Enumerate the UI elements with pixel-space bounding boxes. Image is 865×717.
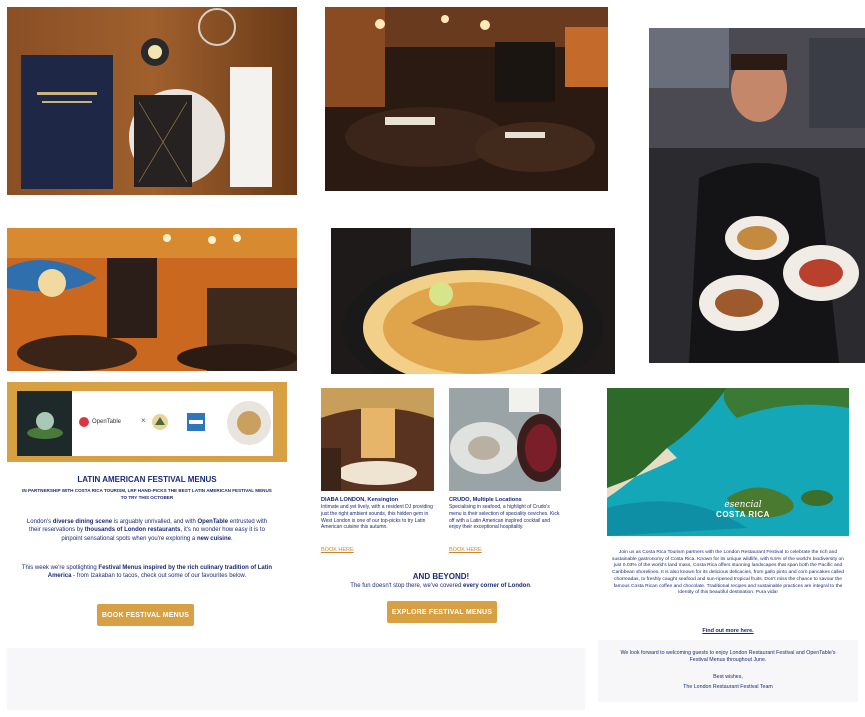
crudo-title: CRUDO, Multiple Locations [449, 497, 522, 503]
lrf-emblem-icon [152, 414, 168, 430]
crudo-seafood-image [449, 388, 561, 491]
explore-festival-menus-button[interactable]: EXPLORE FESTIVAL MENUS [387, 601, 497, 623]
closing-text: We look forward to welcoming guests to e… [620, 650, 836, 663]
latin-menus-heading: LATIN AMERICAN FESTIVAL MENUS [77, 475, 217, 484]
diaba-book-link[interactable]: BOOK HERE [321, 547, 354, 553]
spotlight-paragraph: This week we're spotlighting Festival Me… [21, 565, 273, 580]
amex-logo-icon [187, 413, 205, 431]
crudo-description: Specialising in seafood, a highlight of … [449, 504, 560, 531]
book-festival-menus-button[interactable]: BOOK FESTIVAL MENUS [97, 604, 194, 626]
email-panel-right: esencial COSTA RICA Join us as Costa Ric… [598, 382, 858, 712]
opentable-dot-icon [79, 417, 89, 427]
diaba-description: Intimate and yet lively, with a resident… [321, 504, 433, 531]
diaba-restaurant-image [321, 388, 434, 491]
and-beyond-heading: AND BEYOND! [412, 572, 470, 581]
partner-banner-inner: OpenTable × [17, 391, 273, 456]
crudo-book-link[interactable]: BOOK HERE [449, 547, 482, 553]
photo-restaurant-interior [325, 7, 608, 191]
and-beyond-subtext: The fun doesn't stop there, we've covere… [350, 583, 532, 589]
diaba-title: DIABA LONDON, Kensington [321, 497, 399, 503]
photo-waiter-with-plates [649, 28, 865, 363]
costa-rica-logo-script: esencial [724, 500, 762, 510]
team-signature: The London Restaurant Festival Team [683, 684, 773, 690]
costa-rica-logo-name: COSTA RICA [716, 510, 770, 519]
costa-rica-logo: esencial COSTA RICA [698, 500, 788, 519]
photo-menu-table [7, 7, 297, 195]
email-panel-middle: DIABA LONDON, Kensington Intimate and ye… [310, 382, 585, 648]
intro-paragraph: London's diverse dining scene is arguabl… [26, 519, 268, 542]
find-out-more-link[interactable]: Find out more here. [598, 628, 858, 634]
costa-rica-paragraph: Join us as Costa Rica Tourism partners w… [612, 550, 844, 596]
dessert-image [17, 391, 72, 456]
email-panel-left: OpenTable × LATIN AMERICAN FESTIVAL MENU… [7, 382, 291, 648]
latin-menus-subheading: IN PARTNERSHIP WITH COSTA RICA TOURISM, … [22, 488, 272, 500]
footer-strip [7, 648, 585, 710]
photo-fish-dish [331, 228, 615, 374]
opentable-logo: OpenTable [79, 417, 121, 427]
times-symbol: × [141, 416, 146, 425]
plated-dish-image [225, 391, 273, 456]
signoff: Best wishes, [713, 674, 743, 680]
photo-diners-mural [7, 228, 297, 371]
